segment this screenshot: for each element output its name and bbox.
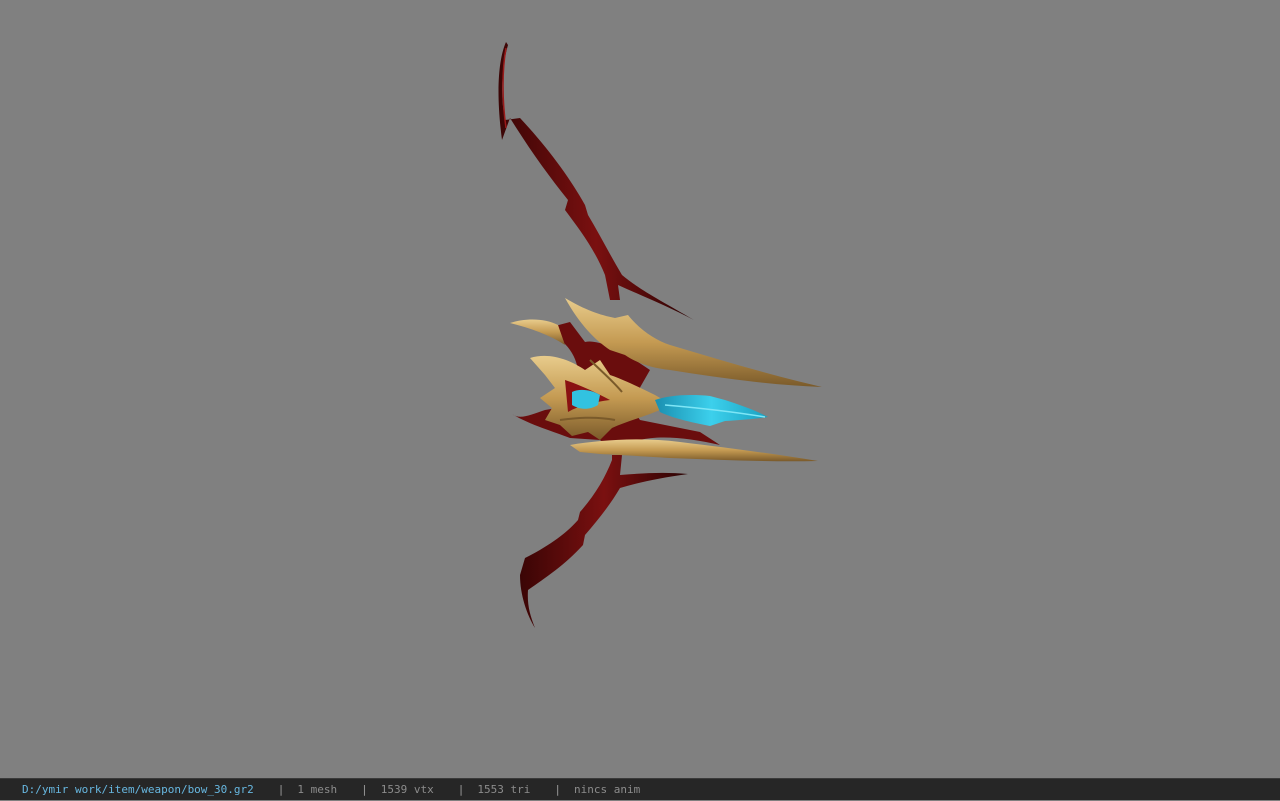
separator: | <box>457 783 465 796</box>
separator: | <box>554 783 562 796</box>
status-bar: D:/ymir work/item/weapon/bow_30.gr2 | 1 me… <box>0 778 1280 800</box>
separator: | <box>277 783 285 796</box>
triangle-count: 1553 tri <box>477 783 531 796</box>
upper-limb <box>498 42 694 320</box>
vertex-count: 1539 vtx <box>380 783 434 796</box>
separator: | <box>361 783 368 796</box>
anim-info: nincs anim <box>574 783 641 796</box>
3d-viewport[interactable] <box>0 0 1280 778</box>
gold-blade-lower <box>570 439 818 462</box>
mesh-count: 1 mesh <box>297 783 338 796</box>
file-path: D:/ymir work/item/weapon/bow_30.gr2 <box>22 783 254 796</box>
bow-model[interactable] <box>0 0 1280 778</box>
lower-limb <box>520 455 688 628</box>
